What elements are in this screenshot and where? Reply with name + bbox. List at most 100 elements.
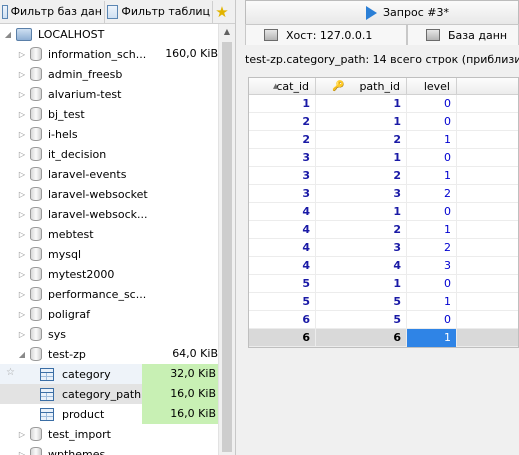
collapsed-arrow-icon[interactable]: ▷ [16,270,28,279]
tree-database-item[interactable]: ▷ admin_freesb [0,64,235,84]
table-cell[interactable]: 0 [407,203,457,221]
table-cell[interactable]: 2 [316,167,407,185]
table-cell[interactable]: 3 [407,257,457,275]
tree-database-item[interactable]: ▷ wpthemes [0,444,235,455]
collapsed-arrow-icon[interactable]: ▷ [16,290,28,299]
table-cell[interactable]: 5 [316,311,407,329]
collapsed-arrow-icon[interactable]: ▷ [16,310,28,319]
table-cell[interactable]: 0 [407,149,457,167]
table-cell[interactable]: 1 [407,221,457,239]
table-cell[interactable]: 4 [249,203,316,221]
collapsed-arrow-icon[interactable]: ▷ [16,210,28,219]
filter-databases-tab[interactable]: Фильтр баз дан [0,0,105,23]
tree-database-item[interactable]: ▷ laravel-websocket [0,184,235,204]
filter-tables-tab[interactable]: Фильтр таблиц [105,0,213,23]
column-header-cat-id[interactable]: ▲ cat_id [249,78,316,95]
table-cell[interactable]: 2 [407,239,457,257]
table-row[interactable]: 210 [249,113,518,131]
table-cell[interactable]: 1 [316,203,407,221]
table-cell[interactable]: 1 [316,149,407,167]
collapsed-arrow-icon[interactable]: ▷ [16,170,28,179]
tree-table-item[interactable]: category_path 16,0 KiB [0,384,235,404]
tree-database-item[interactable]: ▷ performance_sc... [0,284,235,304]
favorite-star-icon[interactable]: ★ [213,1,231,23]
tree-table-item[interactable]: ☆ category 32,0 KiB [0,364,235,384]
table-row[interactable]: 332 [249,185,518,203]
tree-database-item[interactable]: ◢ test-zp 64,0 KiB [0,344,235,364]
table-cell[interactable]: 0 [407,113,457,131]
tree-database-item[interactable]: ▷ i-hels [0,124,235,144]
tree-database-item[interactable]: ▷ mytest2000 [0,264,235,284]
tab-host[interactable]: Хост: 127.0.0.1 [245,24,407,45]
table-row[interactable]: 310 [249,149,518,167]
tab-database[interactable]: База данн [407,24,519,45]
table-cell[interactable]: 0 [407,95,457,113]
table-cell[interactable]: 1 [407,131,457,149]
scroll-thumb[interactable] [222,42,232,452]
table-row[interactable]: 510 [249,275,518,293]
collapsed-arrow-icon[interactable]: ▷ [16,430,28,439]
table-row[interactable]: 321 [249,167,518,185]
collapsed-arrow-icon[interactable]: ▷ [16,110,28,119]
column-header-level[interactable]: level [407,78,457,95]
table-cell[interactable]: 1 [316,113,407,131]
table-cell[interactable]: 4 [249,239,316,257]
table-row[interactable]: 221 [249,131,518,149]
table-cell[interactable]: 5 [249,293,316,311]
table-cell[interactable]: 2 [316,221,407,239]
expanded-arrow-icon[interactable]: ◢ [16,350,28,359]
table-cell[interactable]: 2 [316,131,407,149]
table-cell[interactable]: 1 [407,293,457,311]
table-cell[interactable]: 6 [249,329,316,347]
table-cell[interactable]: 0 [407,275,457,293]
table-row[interactable]: 661 [249,329,518,347]
tree-database-item[interactable]: ▷ alvarium-test [0,84,235,104]
scroll-up-icon[interactable]: ▲ [219,24,235,40]
table-cell[interactable]: 1 [407,329,457,347]
tree-table-item[interactable]: product 16,0 KiB [0,404,235,424]
collapsed-arrow-icon[interactable]: ▷ [16,50,28,59]
table-cell[interactable]: 1 [249,95,316,113]
collapsed-arrow-icon[interactable]: ▷ [16,150,28,159]
tree-database-item[interactable]: ▷ it_decision [0,144,235,164]
collapsed-arrow-icon[interactable]: ▷ [16,90,28,99]
table-row[interactable]: 410 [249,203,518,221]
table-cell[interactable]: 6 [316,329,407,347]
expanded-arrow-icon[interactable]: ◢ [2,30,14,39]
tree-host-item[interactable]: ◢ LOCALHOST [0,24,235,44]
collapsed-arrow-icon[interactable]: ▷ [16,190,28,199]
table-cell[interactable]: 6 [249,311,316,329]
tree-database-item[interactable]: ▷ laravel-websock... [0,204,235,224]
collapsed-arrow-icon[interactable]: ▷ [16,230,28,239]
table-row[interactable]: 650 [249,311,518,329]
table-cell[interactable]: 2 [249,113,316,131]
collapsed-arrow-icon[interactable]: ▷ [16,330,28,339]
table-cell[interactable]: 2 [407,185,457,203]
table-cell[interactable]: 3 [249,149,316,167]
tree-database-item[interactable]: ▷ sys [0,324,235,344]
table-cell[interactable]: 3 [316,185,407,203]
collapsed-arrow-icon[interactable]: ▷ [16,250,28,259]
table-row[interactable]: 551 [249,293,518,311]
table-cell[interactable]: 5 [316,293,407,311]
tree-database-item[interactable]: ▷ poligraf [0,304,235,324]
collapsed-arrow-icon[interactable]: ▷ [16,450,28,455]
table-row[interactable]: 432 [249,239,518,257]
query-tab[interactable]: Запрос #3* [245,0,519,24]
tree-database-item[interactable]: ▷ mysql [0,244,235,264]
data-grid[interactable]: ▲ cat_id 🔑 path_id level 110210221310321… [248,77,519,348]
table-row[interactable]: 110 [249,95,518,113]
collapsed-arrow-icon[interactable]: ▷ [16,70,28,79]
collapsed-arrow-icon[interactable]: ▷ [16,130,28,139]
column-header-path-id[interactable]: 🔑 path_id [316,78,407,95]
tree-scrollbar[interactable]: ▲ [218,24,235,455]
table-cell[interactable]: 5 [249,275,316,293]
table-cell[interactable]: 4 [249,221,316,239]
table-cell[interactable]: 4 [316,257,407,275]
table-cell[interactable]: 1 [316,275,407,293]
tree-database-item[interactable]: ▷ test_import [0,424,235,444]
table-cell[interactable]: 2 [249,131,316,149]
tree-database-item[interactable]: ▷ laravel-events [0,164,235,184]
table-cell[interactable]: 3 [249,167,316,185]
tree-database-item[interactable]: ▷ bj_test [0,104,235,124]
